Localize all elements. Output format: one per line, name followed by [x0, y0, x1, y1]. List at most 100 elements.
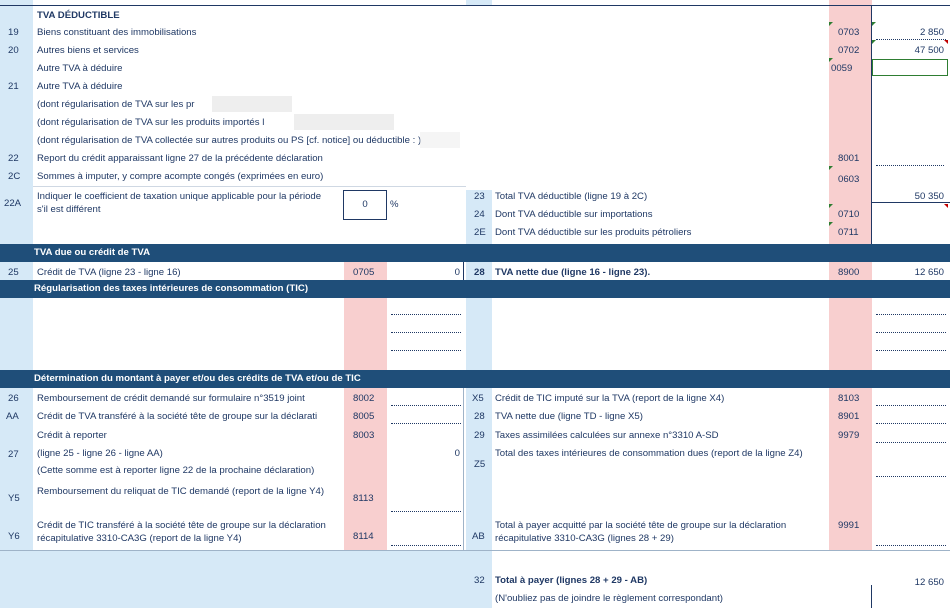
- amount-field-8103[interactable]: [876, 405, 946, 406]
- row-code: 8103: [838, 393, 860, 404]
- credit-reporter-value: 0: [454, 448, 460, 459]
- row-label: Crédit à reporter: [37, 430, 107, 441]
- row-label: Taxes assimilées calculées sur annexe n°…: [495, 430, 719, 441]
- row-num: Y5: [8, 493, 20, 504]
- green-marker: [829, 204, 833, 208]
- row-code: 0705: [353, 267, 375, 278]
- top-rule: [0, 5, 950, 6]
- row-num: AB: [472, 531, 485, 542]
- row-label: TVA nette due (ligne 16 - ligne 23).: [495, 267, 651, 278]
- amount-field-0710[interactable]: [872, 204, 950, 222]
- row-label: Dont TVA déductible sur importations: [495, 209, 653, 220]
- tic-field[interactable]: [876, 332, 946, 333]
- row-num: Z5: [474, 459, 486, 470]
- amount-value: 47 500: [914, 45, 944, 56]
- row-label: Crédit de TIC imputé sur la TVA (report …: [495, 393, 725, 404]
- amount-field-0059[interactable]: [872, 59, 948, 76]
- tic-field[interactable]: [391, 314, 461, 315]
- row-label: Report du crédit apparaissant ligne 27 d…: [37, 153, 323, 164]
- row-label: Indiquer le coefficient de taxation uniq…: [37, 191, 322, 215]
- amount-field-8114[interactable]: [391, 545, 461, 546]
- row-code: 8002: [353, 393, 375, 404]
- row-num: 25: [8, 267, 19, 278]
- grid-line: [463, 388, 464, 550]
- section-band: Régularisation des taxes intérieures de …: [0, 280, 950, 298]
- redacted-area: [420, 132, 460, 148]
- green-marker: [829, 22, 833, 26]
- row-code: 0059: [831, 63, 853, 74]
- row-label: Crédit de TVA (ligne 23 - ligne 16): [37, 267, 181, 278]
- section-tva-due: TVA due ou crédit de TVA: [34, 247, 151, 258]
- row-num: 27: [8, 449, 19, 460]
- row-num: AA: [6, 411, 19, 422]
- row-num: 26: [8, 393, 19, 404]
- amount-field-9991[interactable]: [876, 545, 946, 546]
- amount-field-8001[interactable]: [876, 165, 944, 166]
- grid-line: [871, 6, 872, 244]
- row-num: 28: [474, 267, 485, 278]
- green-marker: [829, 58, 833, 62]
- row-label: Biens constituant des immobilisations: [37, 27, 197, 38]
- amount-field-8113[interactable]: [391, 511, 461, 512]
- row-num: 2C: [8, 171, 21, 182]
- redacted-area: [212, 96, 292, 112]
- tic-field[interactable]: [391, 332, 461, 333]
- row-num: Y6: [8, 531, 20, 542]
- row-code: 0711: [838, 227, 859, 238]
- amount-field-z5[interactable]: [876, 476, 946, 477]
- row-num: 22A: [4, 198, 22, 209]
- row-num: 20: [8, 45, 19, 56]
- section-tva-deductible: TVA DÉDUCTIBLE: [37, 10, 120, 21]
- row-label: TVA nette due (ligne TD - ligne X5): [495, 411, 643, 422]
- grid-line: [871, 585, 872, 608]
- amount-field-9979[interactable]: [876, 442, 946, 443]
- tva-nette-due-value: 12 650: [914, 267, 944, 278]
- green-marker: [872, 40, 876, 44]
- row-code: 0703: [838, 27, 860, 38]
- separator: [0, 550, 950, 551]
- row-label: Crédit de TIC transféré à la société têt…: [37, 520, 326, 544]
- row-label: Total des taxes intérieures de consommat…: [495, 448, 803, 459]
- row-label: Autre TVA à déduire: [37, 81, 123, 92]
- tic-code-right: [829, 298, 872, 370]
- redacted-area: [294, 114, 394, 130]
- underline: [872, 202, 950, 203]
- amount-field-0702[interactable]: 47 500: [872, 40, 950, 58]
- green-marker: [872, 22, 876, 26]
- row-label: (dont régularisation de TVA collectée su…: [37, 135, 422, 146]
- tic-field[interactable]: [876, 350, 946, 351]
- row-num: 23: [474, 191, 485, 202]
- amount-field-8901[interactable]: [876, 423, 946, 424]
- tic-field[interactable]: [391, 350, 461, 351]
- tic-code-left: [344, 298, 387, 370]
- row-note: (N'oubliez pas de joindre le règlement c…: [495, 593, 723, 604]
- row-num: 21: [8, 81, 19, 92]
- row-code: 8901: [838, 411, 860, 422]
- row-num: 2E: [474, 227, 486, 238]
- row-label: Dont TVA déductible sur les produits pét…: [495, 227, 692, 238]
- row-label: Sommes à imputer, y compre acompte congé…: [37, 171, 324, 182]
- row-label: Total à payer (lignes 28 + 29 - AB): [495, 575, 648, 586]
- row-code: 8005: [353, 411, 375, 422]
- row-label: (dont régularisation de TVA sur les pr: [37, 99, 195, 110]
- amount-field-0703[interactable]: 2 850: [872, 22, 950, 40]
- amount-field-8005[interactable]: [391, 423, 461, 424]
- row-label: Autres biens et services: [37, 45, 139, 56]
- row-label: Total TVA déductible (ligne 19 à 2C): [495, 191, 648, 202]
- row-code: 0702: [838, 45, 860, 56]
- row-code: 0603: [838, 174, 860, 185]
- row-label: (dont régularisation de TVA sur les prod…: [37, 117, 265, 128]
- coefficient-input[interactable]: 0: [343, 190, 387, 220]
- amount-field-8002[interactable]: [391, 405, 461, 406]
- row-label: Remboursement du reliquat de TIC demandé…: [37, 486, 325, 497]
- row-label: (ligne 25 - ligne 26 - ligne AA): [37, 448, 163, 459]
- tic-field[interactable]: [876, 314, 946, 315]
- bottom-blank: [0, 550, 466, 608]
- row-num: 28: [474, 411, 485, 422]
- row-code: 9979: [838, 430, 860, 441]
- row-num: 29: [474, 430, 485, 441]
- green-marker: [829, 222, 833, 226]
- red-marker: [944, 204, 948, 208]
- row-code: 8001: [838, 153, 860, 164]
- row-num: X5: [472, 393, 484, 404]
